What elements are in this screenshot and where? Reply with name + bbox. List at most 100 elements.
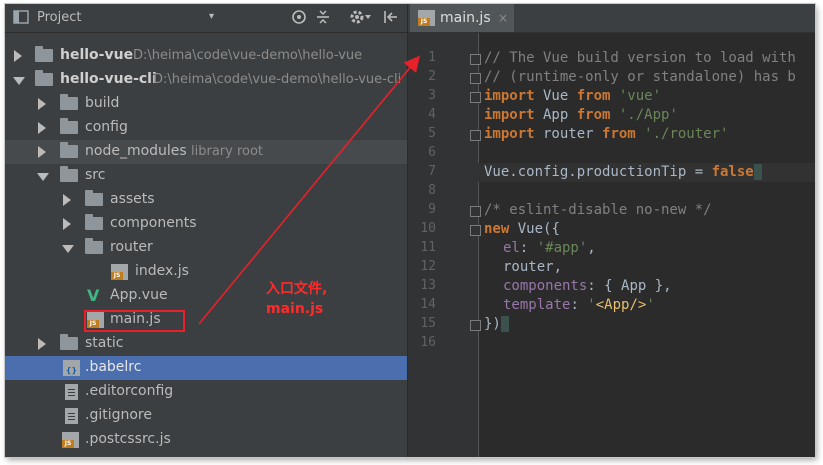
collapse-all-icon[interactable] bbox=[315, 9, 331, 29]
fold-marker-icon[interactable] bbox=[470, 225, 481, 236]
code-string: ' bbox=[587, 297, 596, 313]
line-number: 16 bbox=[420, 335, 436, 350]
code-line-3: import Vue from 'vue' bbox=[484, 87, 661, 106]
tree-item-main-js[interactable]: main.js bbox=[5, 308, 407, 332]
tree-item-label: hello-vue bbox=[60, 47, 134, 63]
code-editor: main.js × 1 2 3 4 5 6 7 8 9 10 11 12 13 … bbox=[407, 4, 815, 457]
tree-item-label: build bbox=[85, 95, 120, 111]
code-keyword: from bbox=[576, 107, 611, 123]
tree-item-index-js[interactable]: index.js bbox=[5, 260, 407, 284]
code-area[interactable]: // The Vue build version to load with //… bbox=[478, 33, 815, 332]
code-tag: <App/> bbox=[595, 297, 647, 313]
code-line-13: components: { App }, bbox=[484, 277, 672, 296]
annotation-line-2: main.js bbox=[266, 301, 324, 317]
tree-item-editorconfig[interactable]: .editorconfig bbox=[5, 380, 407, 404]
tree-item-assets[interactable]: assets bbox=[5, 188, 407, 212]
project-panel: Project ▾ hello-vue D:\heima\code\vue-de… bbox=[5, 4, 407, 457]
tree-item-gitignore[interactable]: .gitignore bbox=[5, 404, 407, 428]
expand-arrow-icon[interactable] bbox=[38, 122, 46, 134]
fold-marker-icon[interactable] bbox=[470, 206, 481, 217]
code-line-11: el: '#app', bbox=[484, 239, 596, 258]
tree-item-router[interactable]: router bbox=[5, 236, 407, 260]
ide-window: Project ▾ hello-vue D:\heima\code\vue-de… bbox=[5, 4, 815, 457]
tree-item-hello-vue-cli[interactable]: hello-vue-cli D:\heima\code\vue-demo\hel… bbox=[5, 68, 407, 92]
tree-item-config[interactable]: config bbox=[5, 116, 407, 140]
tree-item-postcssrc-js[interactable]: .postcssrc.js bbox=[5, 428, 407, 452]
line-number: 7 bbox=[428, 164, 436, 179]
code-string: 'vue' bbox=[610, 88, 662, 104]
tree-item-static[interactable]: static bbox=[5, 332, 407, 356]
code-line-9: /* eslint-disable no-new */ bbox=[484, 201, 712, 220]
folder-icon bbox=[85, 190, 103, 206]
fold-marker-icon[interactable] bbox=[470, 73, 481, 84]
folder-icon bbox=[35, 70, 53, 86]
folder-icon bbox=[85, 214, 103, 230]
tree-item-components[interactable]: components bbox=[5, 212, 407, 236]
code-property: template bbox=[503, 297, 571, 313]
hide-panel-icon[interactable] bbox=[383, 9, 399, 29]
tab-main-js[interactable]: main.js × bbox=[410, 4, 514, 32]
fold-marker-icon[interactable] bbox=[470, 92, 481, 103]
expand-arrow-icon[interactable] bbox=[63, 218, 71, 230]
highlight-box bbox=[84, 310, 185, 332]
code-line-7: Vue.config.productionTip = false bbox=[478, 163, 815, 182]
expand-arrow-icon[interactable] bbox=[14, 50, 22, 62]
line-number: 2 bbox=[428, 69, 436, 84]
close-icon[interactable]: × bbox=[498, 11, 508, 25]
tree-item-label: src bbox=[85, 167, 106, 183]
expand-arrow-icon[interactable] bbox=[63, 194, 71, 206]
line-number: 11 bbox=[420, 240, 436, 255]
code-keyword: new bbox=[484, 221, 510, 237]
tree-item-label: index.js bbox=[135, 263, 189, 279]
code-text: App bbox=[534, 107, 577, 123]
tree-item-babelrc[interactable]: {} .babelrc bbox=[5, 356, 407, 380]
tree-item-src[interactable]: src bbox=[5, 164, 407, 188]
tree-item-label: .gitignore bbox=[85, 407, 152, 423]
collapse-arrow-icon[interactable] bbox=[13, 77, 25, 85]
tab-label: main.js bbox=[440, 10, 491, 26]
expand-arrow-icon[interactable] bbox=[38, 98, 46, 110]
code-comment: // The Vue build version to load with bbox=[484, 50, 796, 66]
code-text: : bbox=[570, 297, 588, 313]
tree-item-label: .editorconfig bbox=[85, 383, 174, 399]
js-file-icon bbox=[111, 264, 128, 280]
expand-arrow-icon[interactable] bbox=[38, 338, 46, 350]
expand-arrow-icon[interactable] bbox=[38, 146, 46, 158]
tree-item-build[interactable]: build bbox=[5, 92, 407, 116]
tree-item-node-modules[interactable]: node_modules library root bbox=[5, 140, 407, 164]
tree-item-hello-vue[interactable]: hello-vue D:\heima\code\vue-demo\hello-v… bbox=[5, 44, 407, 68]
tree-item-app-vue[interactable]: V App.vue bbox=[5, 284, 407, 308]
folder-icon bbox=[60, 94, 78, 110]
chevron-down-icon[interactable]: ▾ bbox=[209, 11, 214, 22]
code-text: , bbox=[587, 240, 596, 256]
line-number: 9 bbox=[428, 202, 436, 217]
target-icon[interactable] bbox=[291, 9, 307, 29]
line-number: 12 bbox=[420, 259, 436, 274]
line-number: 1 bbox=[428, 50, 436, 65]
tree-item-label: hello-vue-cli bbox=[60, 71, 157, 87]
vue-file-icon: V bbox=[87, 286, 100, 305]
gear-icon[interactable] bbox=[349, 9, 371, 29]
code-text: Vue({ bbox=[509, 221, 560, 237]
text-file-icon bbox=[65, 408, 78, 424]
code-line-14: template: '<App/>' bbox=[484, 296, 655, 315]
code-keyword: import bbox=[484, 88, 535, 104]
code-text: : bbox=[519, 240, 537, 256]
code-line-10: new Vue({ bbox=[484, 220, 560, 239]
fold-marker-icon[interactable] bbox=[470, 130, 481, 141]
project-view-icon[interactable] bbox=[13, 10, 29, 28]
collapse-arrow-icon[interactable] bbox=[37, 173, 49, 181]
tree-item-label: router bbox=[110, 239, 153, 255]
collapse-arrow-icon[interactable] bbox=[62, 245, 74, 253]
code-keyword: false bbox=[711, 164, 754, 180]
annotation-note: 入口文件, main.js bbox=[266, 279, 327, 319]
folder-icon bbox=[60, 166, 78, 182]
code-text: router, bbox=[503, 259, 563, 275]
project-panel-title[interactable]: Project bbox=[37, 10, 81, 25]
code-text: : { App }, bbox=[587, 278, 672, 294]
code-text: Vue.config.productionTip = bbox=[484, 164, 712, 180]
code-line-2: // (runtime-only or standalone) has b bbox=[484, 68, 796, 87]
fold-marker-icon[interactable] bbox=[470, 320, 481, 331]
fold-marker-icon[interactable] bbox=[470, 54, 481, 65]
annotation-line-1: 入口文件, bbox=[266, 281, 328, 297]
